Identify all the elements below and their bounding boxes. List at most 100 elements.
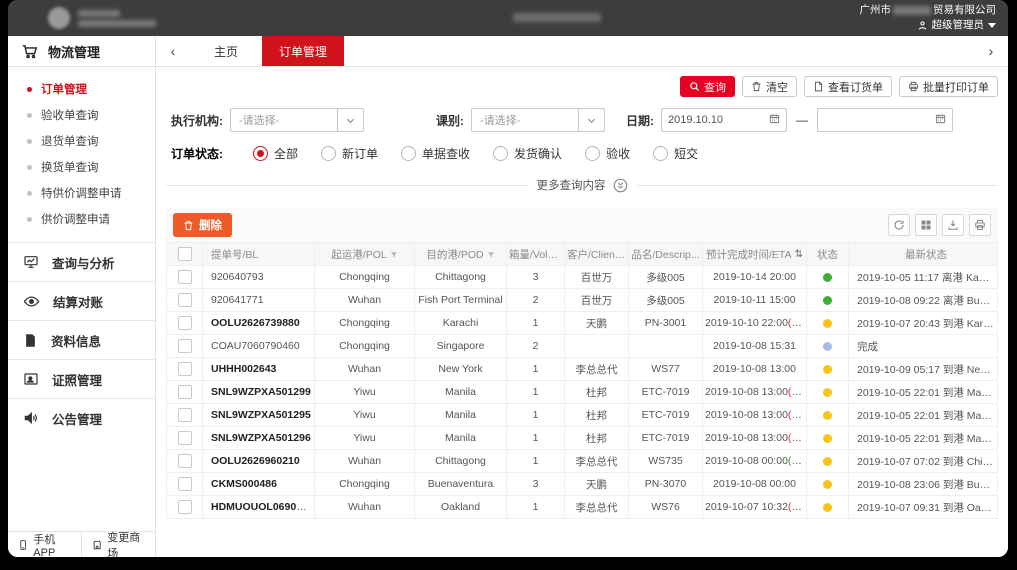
order-status-radio[interactable]: 单据查收: [401, 145, 470, 162]
row-checkbox[interactable]: [178, 316, 192, 330]
refresh-icon: [893, 219, 905, 231]
cell-client: 李总总代: [565, 496, 629, 519]
cell-pol: Yiwu: [315, 427, 415, 450]
cell-status: [807, 335, 849, 358]
batch-print-button[interactable]: 批量打印订单: [899, 76, 998, 97]
mobile-app-button[interactable]: 手机APP: [8, 532, 82, 557]
tab-scroll-right[interactable]: ›: [974, 43, 1008, 59]
sidebar-item-special-price-adjust[interactable]: 特供价调整申请: [8, 180, 155, 206]
cell-client: 天鹏: [565, 312, 629, 335]
sort-icon[interactable]: ⇅: [795, 249, 803, 260]
cell-latest: 完成: [849, 335, 998, 358]
status-dot: [823, 273, 832, 282]
view-order-button[interactable]: 查看订货单: [804, 76, 892, 97]
sidebar-item-price-adjust[interactable]: 供价调整申请: [8, 206, 155, 232]
cell-latest: 2019-10-08 23:06 到港 Buenaventura: [849, 473, 998, 496]
sidebar-section-license[interactable]: 证照管理: [8, 359, 155, 398]
column-settings-button[interactable]: [915, 214, 937, 236]
company-name: 广州市 贸易有限公司: [860, 3, 997, 18]
col-header-latest: 最新状态: [849, 243, 998, 266]
sidebar-section-announcement[interactable]: 公告管理: [8, 398, 155, 437]
row-checkbox[interactable]: [178, 408, 192, 422]
tab-order-management[interactable]: 订单管理: [262, 36, 344, 66]
cell-latest: 2019-10-05 11:17 离港 Kaohsiung: [849, 266, 998, 289]
chart-board-icon: [23, 254, 39, 270]
tab-home[interactable]: 主页: [190, 43, 262, 60]
main-area: ‹ 主页 订单管理 › 查询 清空: [156, 36, 1008, 557]
cell-bl: SNL9WZPXA501296: [203, 427, 315, 450]
speaker-icon: [23, 410, 39, 426]
shop-icon: [92, 539, 102, 551]
row-checkbox[interactable]: [178, 454, 192, 468]
row-checkbox[interactable]: [178, 293, 192, 307]
sidebar-item-exchange-query[interactable]: 换货单查询: [8, 154, 155, 180]
status-dot: [823, 296, 832, 305]
tab-scroll-left[interactable]: ‹: [156, 43, 190, 59]
date-from-input[interactable]: 2019.10.10: [661, 108, 787, 132]
sidebar-item-return-query[interactable]: 退货单查询: [8, 128, 155, 154]
cell-latest: 2019-10-07 07:02 到港 Chittagong: [849, 450, 998, 473]
cell-volume: 2: [507, 289, 565, 312]
more-query-toggle[interactable]: 更多查询内容: [537, 177, 628, 193]
row-checkbox[interactable]: [178, 385, 192, 399]
row-checkbox[interactable]: [178, 500, 192, 514]
date-to-input[interactable]: [817, 108, 953, 132]
refresh-button[interactable]: [888, 214, 910, 236]
sidebar-item-order-management[interactable]: 订单管理: [8, 76, 155, 102]
cell-pod: Manila: [415, 404, 507, 427]
cell-eta: 2019-10-10 22:00(+3): [703, 312, 807, 335]
user-menu[interactable]: 超级管理员: [860, 18, 997, 33]
cell-bl: COAU7060790460: [203, 335, 315, 358]
row-checkbox[interactable]: [178, 339, 192, 353]
radio-icon: [493, 146, 508, 161]
category-select[interactable]: -请选择-: [471, 108, 605, 132]
cell-bl: 920641771: [203, 289, 315, 312]
table-row: OOLU2626960210 Wuhan Chittagong 1 李总总代 W…: [167, 450, 998, 473]
order-status-radio[interactable]: 短交: [653, 145, 698, 162]
cell-pol: Chongqing: [315, 266, 415, 289]
change-store-button[interactable]: 变更商场: [82, 532, 155, 557]
cell-volume: 1: [507, 496, 565, 519]
cell-desc: 多级005: [629, 266, 703, 289]
order-status-filter: 订单状态: 全部 新订单 单据: [166, 145, 998, 162]
row-checkbox[interactable]: [178, 270, 192, 284]
row-checkbox[interactable]: [178, 362, 192, 376]
print-button[interactable]: [969, 214, 991, 236]
cell-client: 杜邦: [565, 381, 629, 404]
sidebar-item-acceptance-query[interactable]: 验收单查询: [8, 102, 155, 128]
filter-funnel-icon[interactable]: [487, 251, 495, 259]
cell-pod: Chittagong: [415, 266, 507, 289]
row-checkbox[interactable]: [178, 431, 192, 445]
cell-bl: OOLU2626739880: [203, 312, 315, 335]
cell-pol: Yiwu: [315, 404, 415, 427]
order-status-label: 订单状态:: [171, 145, 223, 162]
delete-button[interactable]: 删除: [173, 213, 232, 237]
order-status-radio[interactable]: 新订单: [321, 145, 378, 162]
export-button[interactable]: [942, 214, 964, 236]
sidebar-section-data-info[interactable]: 资料信息: [8, 320, 155, 359]
filter-funnel-icon[interactable]: [390, 251, 398, 259]
sidebar-section-settlement[interactable]: 结算对账: [8, 281, 155, 320]
table-row: UHHH002643 Wuhan New York 1 李总总代 WS77 20…: [167, 358, 998, 381]
document-icon: [813, 81, 824, 92]
clear-button[interactable]: 清空: [742, 76, 797, 97]
cell-pod: Manila: [415, 381, 507, 404]
select-all-checkbox[interactable]: [178, 247, 192, 261]
cell-bl: SNL9WZPXA501299: [203, 381, 315, 404]
cell-latest: 2019-10-07 20:43 到港 Karachi: [849, 312, 998, 335]
cell-volume: 1: [507, 358, 565, 381]
col-header-eta: 预计完成时间/ETA⇅: [703, 243, 807, 266]
search-button[interactable]: 查询: [680, 76, 735, 97]
row-checkbox[interactable]: [178, 477, 192, 491]
order-status-radio[interactable]: 发货确认: [493, 145, 562, 162]
order-status-radio[interactable]: 验收: [585, 145, 630, 162]
cell-desc: PN-3001: [629, 312, 703, 335]
table-row: HDMUOUOL0690491 Wuhan Oakland 1 李总总代 WS7…: [167, 496, 998, 519]
agency-select[interactable]: -请选择-: [230, 108, 364, 132]
date-label: 日期:: [626, 112, 654, 129]
status-dot: [823, 457, 832, 466]
orders-table: 提单号/BL 起运港/POL 目的港/POD 箱量/Volum 客户/Clien…: [166, 242, 998, 519]
order-status-radio[interactable]: 全部: [253, 145, 298, 162]
cell-latest: 2019-10-08 09:22 离港 Busan: [849, 289, 998, 312]
sidebar-section-query-analysis[interactable]: 查询与分析: [8, 242, 155, 281]
